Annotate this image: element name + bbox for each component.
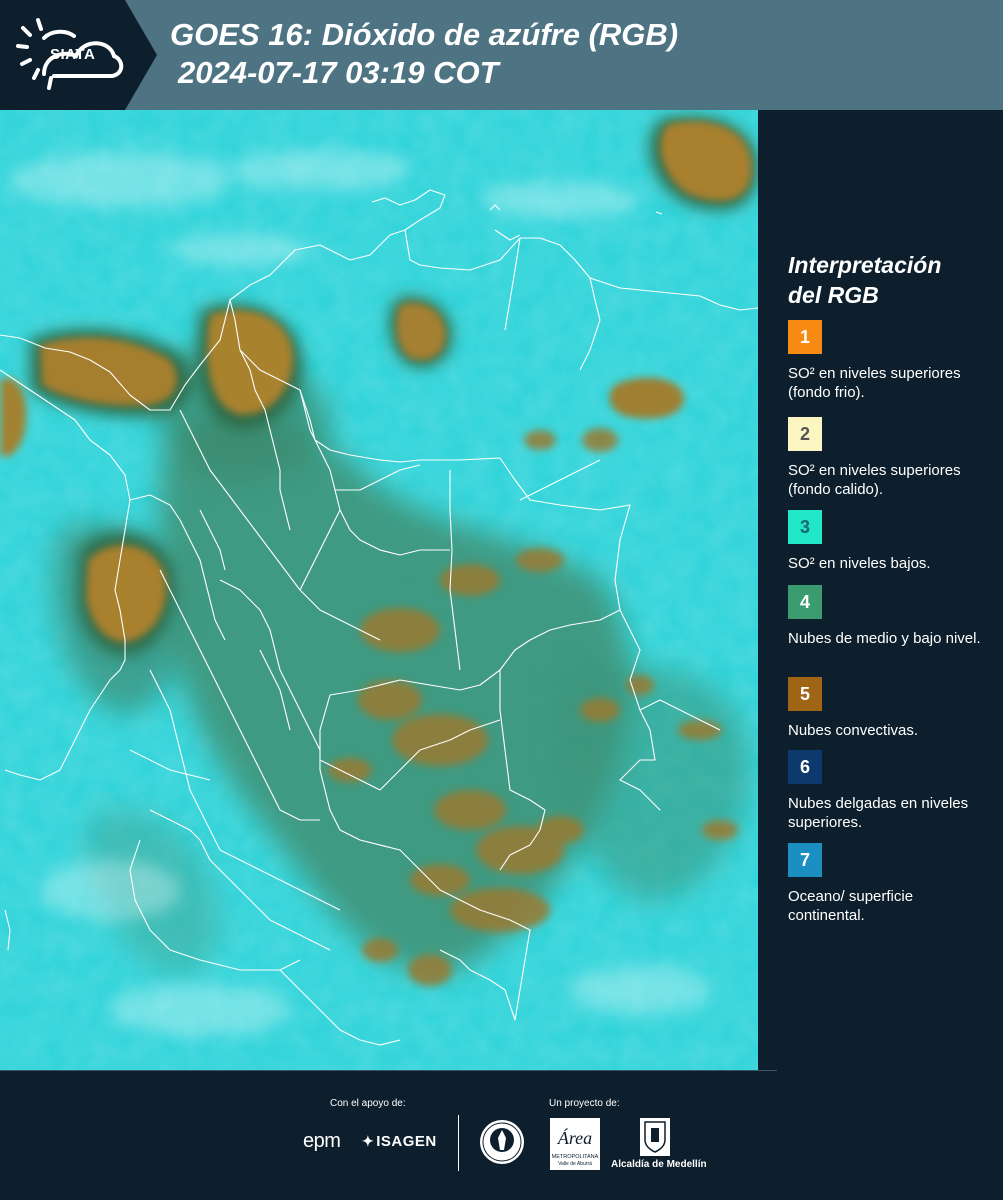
legend-desc-3: SO² en niveles bajos. [788,555,931,572]
svg-text:Área: Área [557,1127,592,1148]
medellin-seal-icon [480,1120,524,1164]
legend-swatch-4: 4 [788,585,822,619]
legend-title-line2: del RGB [788,282,879,308]
isagen-logo: ✦ ISAGEN [362,1133,437,1150]
legend-item-1: 1 SO² en niveles superiores (fondo frio)… [788,320,988,402]
isagen-logo-text: ISAGEN [376,1133,437,1150]
legend-swatch-5: 5 [788,677,822,711]
legend-desc-4: Nubes de medio y bajo nivel. [788,630,981,647]
legend-item-4: 4 Nubes de medio y bajo nivel. [788,585,988,648]
legend-item-6: 6 Nubes delgadas en niveles superiores. [788,750,988,832]
legend-desc-7: Oceano/ superficie continental. [788,888,914,924]
legend-desc-1: SO² en niveles superiores (fondo frio). [788,365,961,401]
page-title: GOES 16: Dióxido de azúfre (RGB) [170,17,679,52]
isagen-mark-icon: ✦ [362,1133,375,1149]
footer: Con el apoyo de: Un proyecto de: epm ✦ IS… [0,1070,1003,1200]
footer-divider-line [0,1070,777,1071]
legend-item-7: 7 Oceano/ superficie continental. [788,843,988,925]
legend-item-5: 5 Nubes convectivas. [788,677,988,740]
epm-logo: epm [303,1130,341,1152]
legend-desc-5: Nubes convectivas. [788,722,919,739]
legend-swatch-1: 1 [788,320,822,354]
legend-desc-2: SO² en niveles superiores (fondo calido)… [788,462,961,498]
svg-text:Valle de Aburrá: Valle de Aburrá [558,1161,592,1167]
legend-item-2: 2 SO² en niveles superiores (fondo calid… [788,417,988,499]
legend-title: Interpretación del RGB [788,250,941,310]
legend-desc-6: Nubes delgadas en niveles superiores. [788,795,969,831]
svg-text:METROPOLITANA: METROPOLITANA [552,1154,599,1160]
legend-swatch-2: 2 [788,417,822,451]
legend-swatch-6: 6 [788,750,822,784]
project-label: Un proyecto de: [549,1098,620,1109]
satellite-map[interactable] [0,110,758,1070]
page-timestamp: 2024-07-17 03:19 COT [178,55,499,90]
rgb-composite-image [0,110,758,1070]
header-bar: SIATA GOES 16: Dióxido de azúfre (RGB) 2… [0,0,1003,110]
footer-vertical-divider [458,1115,459,1171]
siata-logo: SIATA [0,0,157,110]
logo-text: SIATA [50,46,96,63]
area-metropolitana-logo: Área METROPOLITANA Valle de Aburrá [550,1118,600,1170]
alcaldia-shield-icon [640,1118,670,1156]
legend-title-line1: Interpretación [788,252,942,278]
legend-item-3: 3 SO² en niveles bajos. [788,510,988,573]
legend-panel: Interpretación del RGB 1 SO² en niveles … [760,110,1003,1070]
legend-swatch-7: 7 [788,843,822,877]
support-label: Con el apoyo de: [330,1098,406,1109]
legend-swatch-3: 3 [788,510,822,544]
alcaldia-logo-text: Alcaldía de Medellín [611,1159,707,1170]
